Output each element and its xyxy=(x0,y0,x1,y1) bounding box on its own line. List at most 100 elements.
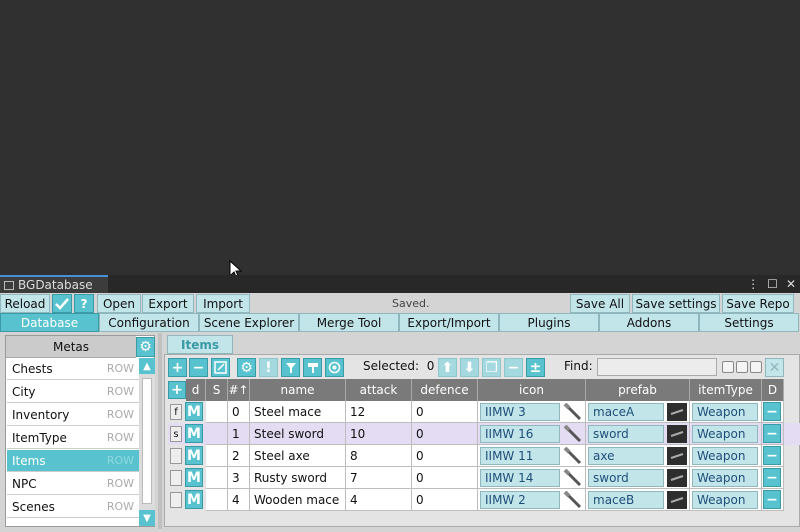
column-header-itemtype[interactable]: itemType xyxy=(690,379,762,401)
scroll-thumb[interactable] xyxy=(142,378,152,504)
open-button[interactable]: Open xyxy=(97,294,141,313)
maximize-icon[interactable]: ☐ xyxy=(767,277,778,291)
row-icon-field[interactable]: IIMW 2 xyxy=(480,491,560,509)
row-prefab-field[interactable]: sword xyxy=(588,469,664,487)
row-itemtype-field[interactable]: Weapon xyxy=(692,403,758,421)
reload-button[interactable]: Reload xyxy=(0,294,50,313)
row-icon-field[interactable]: IIMW 14 xyxy=(480,469,560,487)
panel-splitter[interactable] xyxy=(158,333,162,529)
row-menu-button[interactable]: M xyxy=(185,468,203,487)
delete-row-icon[interactable]: − xyxy=(763,490,781,509)
find-option-word[interactable] xyxy=(736,361,748,373)
table-row[interactable]: s M 1 Steel sword 10 0 IIMW 16 sword Weapon − xyxy=(168,423,800,445)
row-icon-field[interactable]: IIMW 16 xyxy=(480,425,560,443)
save-repo-button[interactable]: Save Repo xyxy=(722,294,794,313)
items-tab[interactable]: Items xyxy=(167,335,233,354)
row-icon-field[interactable]: IIMW 11 xyxy=(480,447,560,465)
row-prefab-field[interactable]: axe xyxy=(588,447,664,465)
settings-icon[interactable]: ⚙ xyxy=(237,358,256,377)
tab-plugins[interactable]: Plugins xyxy=(499,313,599,332)
row-defence[interactable]: 0 xyxy=(412,445,478,467)
row-flag[interactable]: s xyxy=(170,426,182,442)
tab-export-import[interactable]: Export/Import xyxy=(399,313,499,332)
edit-icon[interactable] xyxy=(211,358,230,377)
warning-icon[interactable]: ! xyxy=(259,358,278,377)
meta-item[interactable]: NPC ROW xyxy=(7,473,139,495)
row-prefab-field[interactable]: maceA xyxy=(588,403,664,421)
column-header[interactable]: S xyxy=(206,379,228,401)
delete-row-icon[interactable]: − xyxy=(763,446,781,465)
column-header-defence[interactable]: defence xyxy=(412,379,478,401)
check-icon[interactable] xyxy=(52,294,72,313)
column-header[interactable]: d xyxy=(186,379,206,401)
row-menu-button[interactable]: M xyxy=(185,402,203,421)
meta-item[interactable]: City ROW xyxy=(7,381,139,403)
meta-item-selected[interactable]: Items ROW xyxy=(7,450,139,472)
row-attack[interactable]: 12 xyxy=(346,401,412,423)
help-icon[interactable]: ? xyxy=(74,294,94,313)
meta-item[interactable]: Inventory ROW xyxy=(7,404,139,426)
meta-item[interactable]: ItemType ROW xyxy=(7,427,139,449)
row-itemtype-field[interactable]: Weapon xyxy=(692,425,758,443)
column-header-icon[interactable]: icon xyxy=(478,379,586,401)
close-icon[interactable]: ✕ xyxy=(765,358,784,377)
tab-database[interactable]: Database xyxy=(0,313,99,332)
delete-row-icon[interactable]: − xyxy=(763,468,781,487)
row-name[interactable]: Steel axe xyxy=(250,445,346,467)
find-option-case[interactable] xyxy=(722,361,734,373)
close-icon[interactable]: ✕ xyxy=(786,277,796,291)
find-input[interactable] xyxy=(597,358,717,376)
row-itemtype-field[interactable]: Weapon xyxy=(692,447,758,465)
tab-settings[interactable]: Settings xyxy=(699,313,799,332)
table-row[interactable]: f M 0 Steel mace 12 0 IIMW 3 maceA Weapon − xyxy=(168,401,800,423)
export-button[interactable]: Export xyxy=(142,294,194,313)
column-header-prefab[interactable]: prefab xyxy=(586,379,690,401)
row-name[interactable]: Steel mace xyxy=(250,401,346,423)
row-itemtype-field[interactable]: Weapon xyxy=(692,469,758,487)
column-header-attack[interactable]: attack xyxy=(346,379,412,401)
row-name[interactable]: Steel sword xyxy=(250,423,346,445)
meta-item[interactable]: Chests ROW xyxy=(7,358,139,380)
scene-view[interactable] xyxy=(0,0,800,272)
row-attack[interactable]: 7 xyxy=(346,467,412,489)
column-header-name[interactable]: name xyxy=(250,379,346,401)
save-settings-button[interactable]: Save settings xyxy=(632,294,720,313)
row-name[interactable]: Wooden mace xyxy=(250,489,346,511)
column-header-delete[interactable]: D xyxy=(762,379,784,401)
row-attack[interactable]: 10 xyxy=(346,423,412,445)
row-defence[interactable]: 0 xyxy=(412,401,478,423)
copy-icon[interactable]: ❐ xyxy=(482,358,501,377)
row-attack[interactable]: 4 xyxy=(346,489,412,511)
add-row-icon[interactable]: + xyxy=(168,381,186,399)
move-up-icon[interactable]: ⬆ xyxy=(438,358,457,377)
row-flag[interactable] xyxy=(170,492,182,508)
column-header-index[interactable]: #↑ xyxy=(228,379,250,401)
kebab-menu-icon[interactable]: ⋮ xyxy=(747,277,759,291)
row-name[interactable]: Rusty sword xyxy=(250,467,346,489)
hammer-icon[interactable] xyxy=(303,358,322,377)
row-defence[interactable]: 0 xyxy=(412,423,478,445)
tab-configuration[interactable]: Configuration xyxy=(99,313,199,332)
scroll-down-icon[interactable]: ▼ xyxy=(139,510,155,526)
row-defence[interactable]: 0 xyxy=(412,467,478,489)
move-down-icon[interactable]: ⬇ xyxy=(460,358,479,377)
table-row[interactable]: M 4 Wooden mace 4 0 IIMW 2 maceB Weapon − xyxy=(168,489,800,511)
remove-icon[interactable]: − xyxy=(189,358,208,377)
target-icon[interactable] xyxy=(325,358,344,377)
minus-icon[interactable]: − xyxy=(504,358,523,377)
row-itemtype-field[interactable]: Weapon xyxy=(692,491,758,509)
import-button[interactable]: Import xyxy=(196,294,250,313)
gear-icon[interactable]: ⚙ xyxy=(136,337,155,357)
delete-row-icon[interactable]: − xyxy=(763,424,781,443)
tab-scene-explorer[interactable]: Scene Explorer xyxy=(199,313,299,332)
delete-row-icon[interactable]: − xyxy=(763,402,781,421)
window-tab[interactable]: BGDatabase xyxy=(0,275,108,293)
save-all-button[interactable]: Save All xyxy=(570,294,630,313)
table-row[interactable]: M 2 Steel axe 8 0 IIMW 11 axe Weapon − xyxy=(168,445,800,467)
row-menu-button[interactable]: M xyxy=(185,490,203,509)
metas-scrollbar[interactable]: ▲ ▼ xyxy=(139,358,155,526)
scroll-up-icon[interactable]: ▲ xyxy=(139,358,155,374)
filter-icon[interactable] xyxy=(281,358,300,377)
tab-merge-tool[interactable]: Merge Tool xyxy=(299,313,399,332)
row-prefab-field[interactable]: sword xyxy=(588,425,664,443)
